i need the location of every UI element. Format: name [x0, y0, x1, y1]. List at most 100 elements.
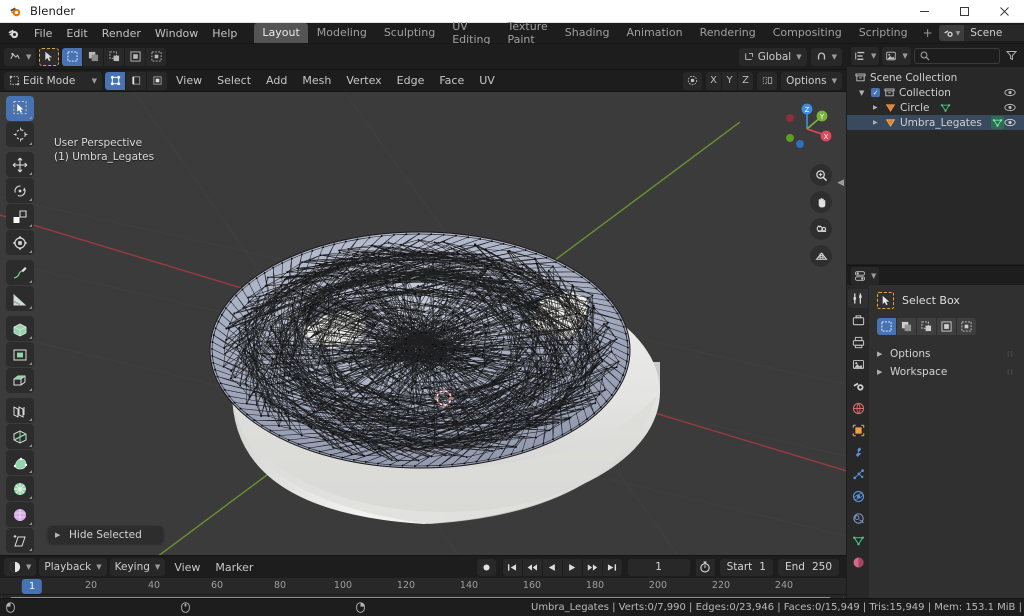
- tool-smooth[interactable]: [6, 502, 34, 527]
- tool-scale[interactable]: [6, 204, 34, 229]
- play-reverse-icon[interactable]: [543, 559, 562, 576]
- tool-cursor[interactable]: [6, 122, 34, 147]
- pan-hand-icon[interactable]: [810, 191, 832, 213]
- viewport-menu-add[interactable]: Add: [260, 72, 293, 89]
- camera-icon[interactable]: [810, 218, 832, 240]
- timeline-editor-type-selector[interactable]: ▼: [4, 558, 36, 576]
- properties-tab-tool[interactable]: [848, 289, 868, 308]
- play-icon[interactable]: [563, 559, 582, 576]
- properties-tab-physics[interactable]: [848, 487, 868, 506]
- viewport-navigation-gizmo[interactable]: Z Y X: [776, 98, 838, 160]
- tool-inset-faces[interactable]: [6, 342, 34, 367]
- viewport-3d-canvas[interactable]: User Perspective (1) Umbra_Legates ▶ Hid…: [0, 92, 846, 555]
- tool-tweak-select-box[interactable]: [6, 96, 34, 121]
- axis-lock-y[interactable]: Y: [722, 72, 737, 90]
- axis-lock-x[interactable]: X: [706, 72, 721, 90]
- tool-spin[interactable]: [6, 476, 34, 501]
- operator-redo-panel[interactable]: ▶ Hide Selected: [48, 526, 163, 543]
- panel-options[interactable]: ▶ Options ⁝⁝: [877, 345, 1018, 363]
- disclosure-triangle-icon[interactable]: ▶: [873, 104, 881, 111]
- properties-tab-output[interactable]: [848, 333, 868, 352]
- outliner-display-mode-selector[interactable]: ▼: [851, 47, 879, 65]
- properties-tab-particles[interactable]: [848, 465, 868, 484]
- panel-workspace[interactable]: ▶ Workspace ⁝⁝: [877, 363, 1018, 381]
- funnel-icon[interactable]: [1003, 48, 1020, 64]
- workspace-tab-compositing[interactable]: Compositing: [765, 23, 850, 43]
- mesh-data-icon[interactable]: [991, 116, 1004, 129]
- tool-loop-cut[interactable]: [6, 398, 34, 423]
- axis-lock-z[interactable]: Z: [738, 72, 753, 90]
- workspace-tab-modeling[interactable]: Modeling: [309, 23, 375, 43]
- select-set-button[interactable]: [62, 48, 82, 66]
- jump-to-end-icon[interactable]: [603, 559, 622, 576]
- tool-shear[interactable]: [6, 528, 34, 553]
- jump-forward-keyframe-icon[interactable]: [583, 559, 602, 576]
- tool-bevel[interactable]: [6, 368, 34, 393]
- viewport-options-button[interactable]: Options ▼: [781, 72, 842, 90]
- timeline-playhead[interactable]: 1: [22, 579, 42, 594]
- tool-knife[interactable]: [6, 424, 34, 449]
- tweak-tool-header-icon[interactable]: [39, 48, 59, 66]
- timeline-menu-playback[interactable]: Playback▼: [39, 558, 106, 576]
- properties-tab-object-data[interactable]: [848, 531, 868, 550]
- menu-help[interactable]: Help: [205, 25, 244, 42]
- workspace-tab-shading[interactable]: Shading: [557, 23, 618, 43]
- viewport-menu-uv[interactable]: UV: [473, 72, 501, 89]
- tool-poly-build[interactable]: [6, 450, 34, 475]
- viewport-menu-select[interactable]: Select: [211, 72, 257, 89]
- viewport-menu-edge[interactable]: Edge: [391, 72, 431, 89]
- properties-tab-constraints[interactable]: [848, 509, 868, 528]
- editor-type-selector[interactable]: ▼: [4, 48, 36, 66]
- properties-tab-scene[interactable]: [848, 377, 868, 396]
- viewport-menu-vertex[interactable]: Vertex: [340, 72, 387, 89]
- select-invert-button[interactable]: [125, 48, 145, 66]
- tool-transform[interactable]: [6, 230, 34, 255]
- frame-end-field[interactable]: End 250: [778, 559, 839, 576]
- properties-tab-render[interactable]: [848, 311, 868, 330]
- select-extend-mode-button[interactable]: [897, 318, 916, 335]
- disclosure-triangle-icon[interactable]: ▼: [859, 89, 867, 97]
- record-icon[interactable]: [477, 559, 496, 576]
- select-subtract-mode-button[interactable]: [917, 318, 936, 335]
- properties-tab-modifier[interactable]: [848, 443, 868, 462]
- zoom-icon[interactable]: [810, 164, 832, 186]
- jump-to-start-icon[interactable]: [503, 559, 522, 576]
- properties-tab-material[interactable]: [848, 553, 868, 572]
- select-intersect-mode-button[interactable]: [957, 318, 976, 335]
- menu-window[interactable]: Window: [148, 25, 205, 42]
- tool-annotate[interactable]: [6, 260, 34, 285]
- vertex-select-mode-button[interactable]: [105, 72, 125, 90]
- tool-rotate[interactable]: [6, 178, 34, 203]
- workspace-tab-layout[interactable]: Layout: [254, 23, 307, 43]
- face-select-mode-button[interactable]: [147, 72, 167, 90]
- tool-measure[interactable]: [6, 286, 34, 311]
- properties-tab-object[interactable]: [848, 421, 868, 440]
- timeline-ruler[interactable]: 1 20 40 60 80 100 120 140 160 180 200 22…: [0, 578, 846, 595]
- workspace-tab-sculpting[interactable]: Sculpting: [376, 23, 443, 43]
- select-set-mode-button[interactable]: [877, 318, 896, 335]
- jump-back-keyframe-icon[interactable]: [523, 559, 542, 576]
- snapping-magnet-button[interactable]: ▼: [811, 48, 842, 66]
- timeline-menu-keying[interactable]: Keying▼: [110, 558, 166, 576]
- sidebar-collapse-arrow-icon[interactable]: ◀: [837, 178, 844, 188]
- disclosure-triangle-icon[interactable]: ▶: [873, 119, 881, 126]
- workspace-tab-scripting[interactable]: Scripting: [851, 23, 916, 43]
- menu-edit[interactable]: Edit: [59, 25, 94, 42]
- edge-select-mode-button[interactable]: [126, 72, 146, 90]
- workspace-tab-animation[interactable]: Animation: [618, 23, 690, 43]
- tool-move[interactable]: [6, 152, 34, 177]
- select-subtract-button[interactable]: [104, 48, 124, 66]
- current-frame-field[interactable]: 1: [628, 559, 690, 576]
- mirror-options-button[interactable]: [757, 72, 777, 90]
- mesh-data-icon[interactable]: [940, 102, 951, 113]
- scene-selector[interactable]: ▼ Scene: [939, 25, 1024, 41]
- properties-editor-type-selector[interactable]: ▼: [851, 267, 879, 285]
- timeline-menu-marker[interactable]: Marker: [209, 559, 259, 576]
- viewport-menu-view[interactable]: View: [170, 72, 208, 89]
- blender-menu-icon[interactable]: [7, 27, 20, 40]
- select-invert-mode-button[interactable]: [937, 318, 956, 335]
- outliner-row-collection[interactable]: ▼ ✓ Collection: [847, 85, 1024, 100]
- select-intersect-button[interactable]: [146, 48, 166, 66]
- outliner-filter-icon-button[interactable]: ▼: [882, 47, 910, 65]
- outliner-row-circle[interactable]: ▶ Circle: [847, 100, 1024, 115]
